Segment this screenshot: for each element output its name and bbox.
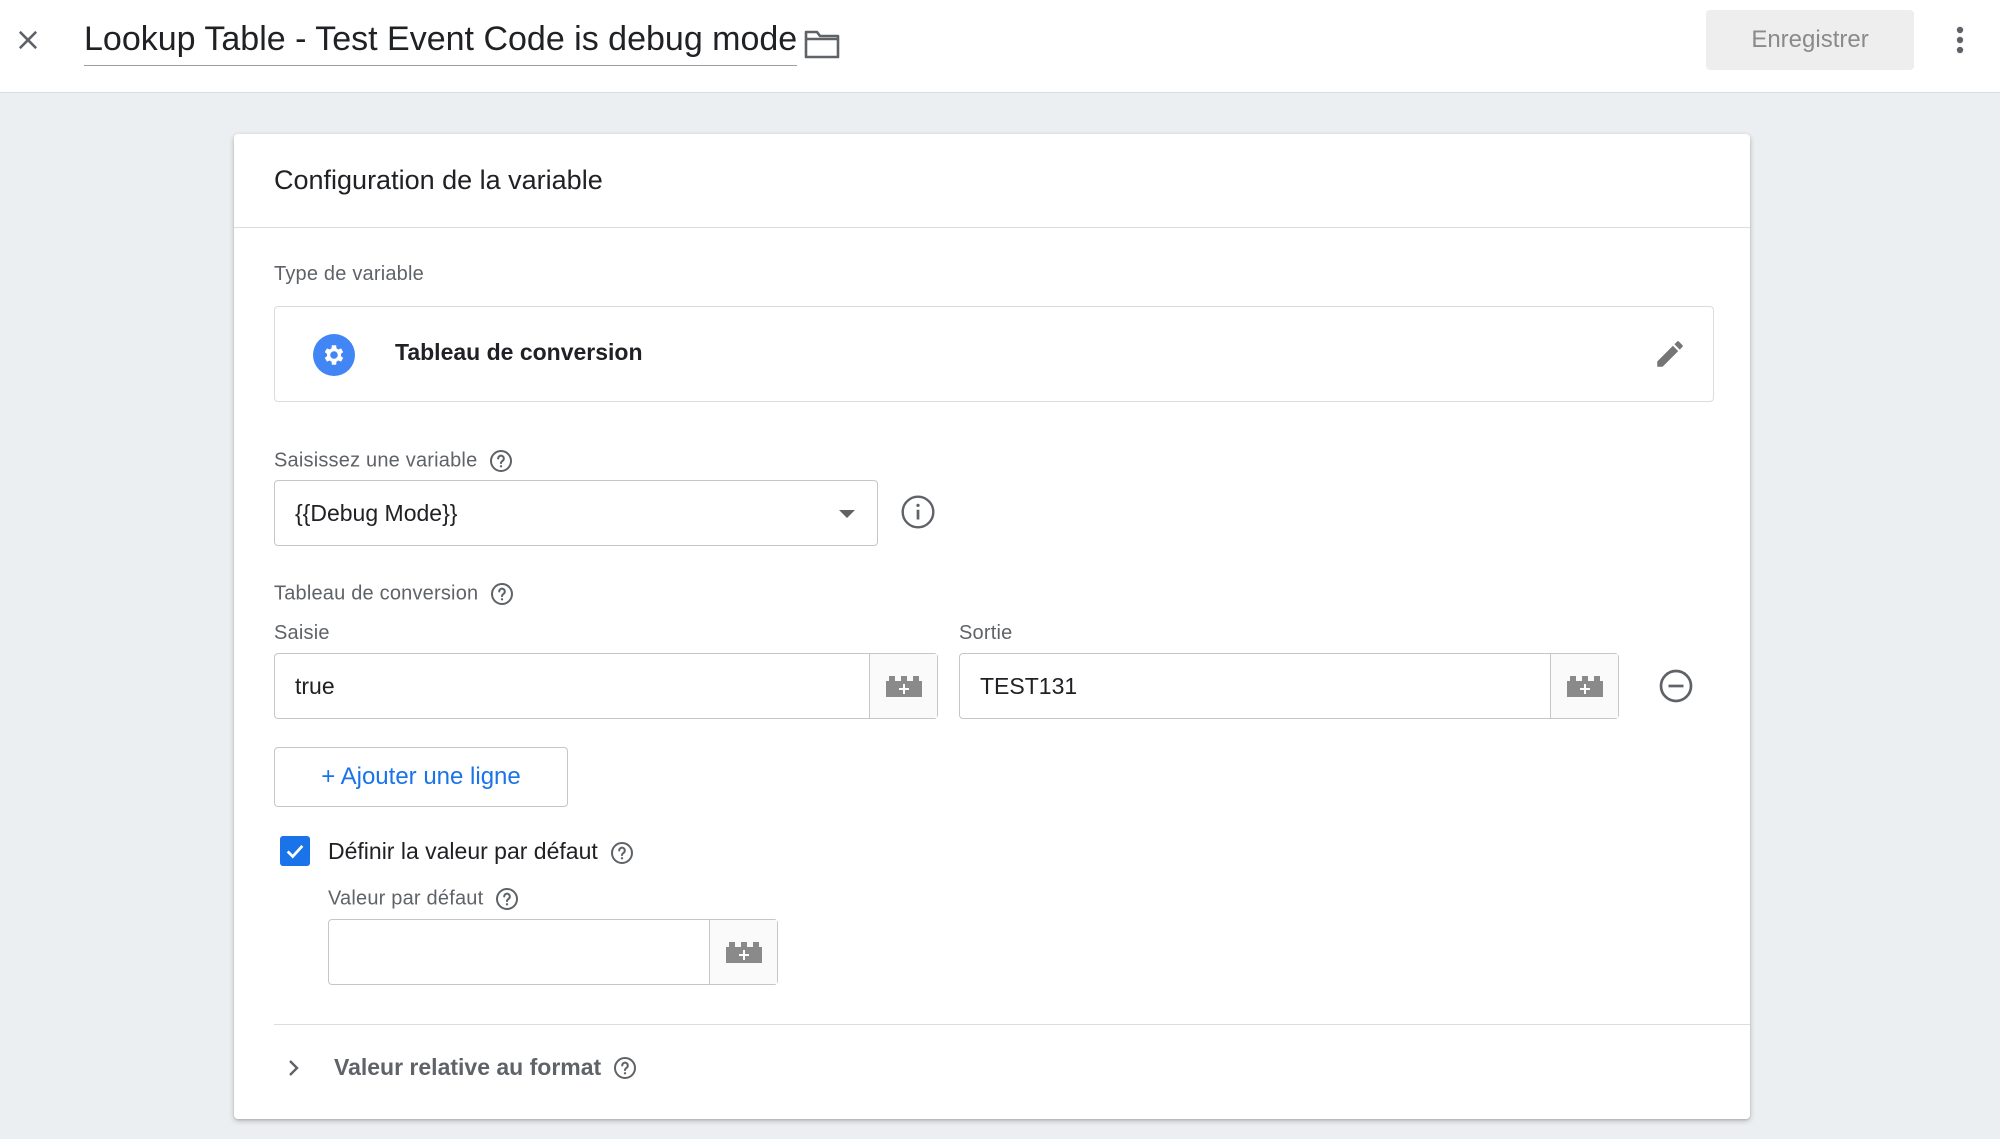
- pencil-icon[interactable]: [1653, 337, 1687, 376]
- help-icon[interactable]: [489, 449, 513, 473]
- more-vert-icon: [1956, 26, 1964, 54]
- section-divider: [274, 1024, 1750, 1025]
- help-icon[interactable]: [613, 1056, 637, 1080]
- variable-type-box[interactable]: Tableau de conversion: [274, 306, 1714, 402]
- close-button[interactable]: [8, 20, 48, 60]
- input-variable-label: Saisissez une variable: [274, 449, 478, 472]
- variable-type-name: Tableau de conversion: [395, 339, 643, 365]
- more-options-button[interactable]: [1940, 20, 1980, 60]
- default-value-input[interactable]: [329, 920, 709, 984]
- table-row-input-value: true: [295, 672, 335, 699]
- variable-block-icon: [1566, 676, 1603, 697]
- format-section-label: Valeur relative au format: [334, 1054, 602, 1080]
- input-variable-select[interactable]: {{Debug Mode}}: [274, 480, 878, 546]
- variable-block-icon: [725, 942, 762, 963]
- close-icon: [18, 30, 38, 50]
- folder-icon: [804, 30, 840, 59]
- help-icon[interactable]: [495, 887, 519, 911]
- table-row-output-value: TEST131: [980, 672, 1078, 699]
- input-variable-label-row: Saisissez une variable: [274, 449, 513, 473]
- variable-type-label: Type de variable: [274, 263, 424, 285]
- remove-circle-icon: [1659, 669, 1693, 703]
- checkmark-icon: [286, 845, 304, 859]
- lookup-table-label: Tableau de conversion: [274, 582, 479, 605]
- folder-button[interactable]: [800, 24, 844, 64]
- default-value-checkbox-label-row: Définir la valeur par défaut: [328, 838, 634, 865]
- top-bar: Lookup Table - Test Event Code is debug …: [0, 0, 2000, 93]
- dropdown-arrow-icon: [839, 510, 855, 518]
- format-section-toggle[interactable]: Valeur relative au format: [284, 1054, 637, 1081]
- default-value-field[interactable]: [328, 919, 778, 985]
- chevron-right-icon: [289, 1059, 299, 1076]
- default-value-checkbox-label[interactable]: Définir la valeur par défaut: [328, 838, 598, 864]
- help-icon[interactable]: [610, 841, 634, 865]
- help-icon[interactable]: [490, 582, 514, 606]
- gear-icon: [313, 334, 355, 376]
- default-value-label: Valeur par défaut: [328, 887, 484, 910]
- info-icon[interactable]: [900, 494, 936, 535]
- remove-row-button[interactable]: [1658, 668, 1694, 709]
- variable-config-card: Configuration de la variable Type de var…: [234, 134, 1750, 1119]
- add-row-button[interactable]: + Ajouter une ligne: [274, 747, 568, 807]
- variable-block-icon: [885, 676, 922, 697]
- card-title: Configuration de la variable: [234, 134, 1750, 228]
- output-column-header: Sortie: [959, 622, 1013, 644]
- save-button[interactable]: Enregistrer: [1706, 10, 1914, 70]
- lookup-table-label-row: Tableau de conversion: [274, 582, 514, 606]
- table-row-input-field[interactable]: true: [274, 653, 938, 719]
- page-title[interactable]: Lookup Table - Test Event Code is debug …: [84, 20, 798, 66]
- insert-variable-button[interactable]: [709, 920, 777, 984]
- default-value-checkbox[interactable]: [280, 836, 310, 866]
- insert-variable-button[interactable]: [869, 654, 937, 718]
- input-variable-value: {{Debug Mode}}: [295, 499, 458, 526]
- insert-variable-button[interactable]: [1550, 654, 1618, 718]
- input-column-header: Saisie: [274, 622, 330, 644]
- table-row-output-field[interactable]: TEST131: [959, 653, 1619, 719]
- default-value-label-row: Valeur par défaut: [328, 887, 519, 911]
